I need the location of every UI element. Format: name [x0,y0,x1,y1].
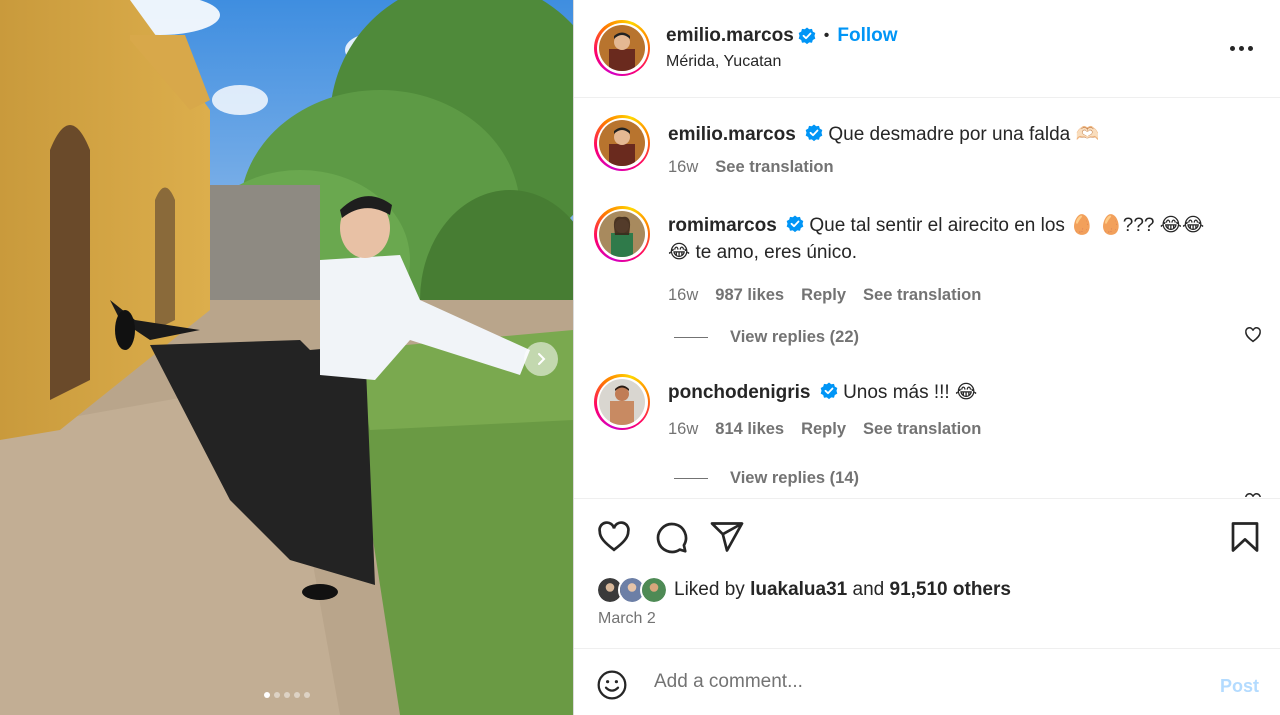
liked-by-others[interactable]: 91,510 others [890,579,1011,600]
post-comment-button[interactable]: Post [1220,676,1259,697]
author-username[interactable]: emilio.marcos [666,25,794,47]
comment-composer: Post [574,648,1280,715]
post-photo [0,0,573,715]
comment-bubble-icon[interactable] [653,519,689,555]
verified-badge-icon [786,215,804,233]
replies-divider-line [674,337,708,338]
header-separator: • [823,27,830,44]
author-avatar[interactable] [594,20,650,76]
comment-meta: 16w 987 likes Reply See translation [668,286,981,305]
author-avatar-image [599,25,645,71]
view-replies-label: View replies (22) [730,328,860,346]
comment-username[interactable]: romimarcos [668,215,777,236]
caption-age[interactable]: 16w [668,158,698,177]
comment-see-translation[interactable]: See translation [863,286,981,305]
post-location[interactable]: Mérida, Yucatan [666,53,781,71]
comment-age[interactable]: 16w [668,286,698,305]
liker-avatar [640,576,668,604]
view-replies-button[interactable]: View replies (22) [674,328,859,347]
liked-by-prefix: Liked by [674,579,745,600]
carousel-dot [273,692,280,698]
next-slide-button[interactable] [524,342,558,376]
comment-likes[interactable]: 814 likes [715,420,784,439]
emoji-smiley-icon[interactable] [596,669,628,701]
caption-text-block: emilio.marcos Que desmadre por una falda… [668,121,1228,148]
verified-badge-icon [820,382,838,400]
carousel-dot [263,692,270,698]
share-send-icon[interactable] [709,519,745,555]
save-bookmark-icon[interactable] [1227,519,1263,555]
post-side-panel: emilio.marcos • Follow Mérida, Yucatan e… [573,0,1280,715]
liked-by-avatars[interactable] [596,576,670,604]
like-heart-icon[interactable] [596,519,632,555]
more-options-icon-dot [1247,45,1253,51]
comment-text: Que tal sentir el airecito en los 🥚 🥚???… [809,215,1205,236]
comment-see-translation[interactable]: See translation [863,420,981,439]
post-header: emilio.marcos • Follow Mérida, Yucatan [574,0,1280,98]
comment-age[interactable]: 16w [668,420,698,439]
liked-by-user[interactable]: luakalua31 [750,579,847,600]
carousel-dot [283,692,290,698]
caption-text: Que desmadre por una falda 🫶🏻 [828,124,1100,145]
chevron-right-icon [538,353,546,365]
comment-likes[interactable]: 987 likes [715,286,784,305]
comment-reply-button[interactable]: Reply [801,420,846,439]
carousel-dot [303,692,310,698]
view-replies-button[interactable]: View replies (14) [674,469,859,488]
comment-text-block: ponchodenigris Unos más !!! 😂 [668,379,1228,406]
caption-see-translation[interactable]: See translation [715,158,833,177]
commenter-avatar-image [599,211,645,257]
liked-by-joiner: and [852,579,885,600]
comment-text: Unos más !!! 😂 [843,382,978,403]
carousel-dot [293,692,300,698]
post-date[interactable]: March 2 [598,610,656,628]
replies-divider-line [674,478,708,479]
comment-input[interactable] [654,665,1194,699]
verified-badge-icon [798,27,816,45]
post-media[interactable] [0,0,573,715]
view-replies-label: View replies (14) [730,469,860,487]
more-options-icon [1229,45,1235,51]
more-options-icon-dot [1238,45,1244,51]
liked-by-text: Liked by luakalua31 and 91,510 others [674,579,1011,601]
comment-meta: 16w 814 likes Reply See translation [668,420,981,439]
commenter-avatar[interactable] [594,374,650,430]
commenter-avatar-image [599,379,645,425]
verified-badge-icon [805,124,823,142]
carousel-indicator [0,692,573,698]
comment-text-continued: 😂 te amo, eres único. [668,242,858,263]
like-comment-heart-icon[interactable] [1244,326,1262,344]
like-comment-heart-icon[interactable] [1244,492,1262,497]
caption-avatar-image [599,120,645,166]
comment-reply-button[interactable]: Reply [801,286,846,305]
comment-username[interactable]: ponchodenigris [668,382,811,403]
post-actions: Liked by luakalua31 and 91,510 others Ma… [574,498,1280,648]
comments-list[interactable]: emilio.marcos Que desmadre por una falda… [574,99,1280,497]
comment-text-block: romimarcos Que tal sentir el airecito en… [668,212,1228,266]
caption-avatar[interactable] [594,115,650,171]
caption-username[interactable]: emilio.marcos [668,124,796,145]
follow-button[interactable]: Follow [837,25,897,47]
commenter-avatar[interactable] [594,206,650,262]
caption-meta: 16w See translation [668,158,834,177]
more-options-button[interactable] [1226,36,1256,60]
